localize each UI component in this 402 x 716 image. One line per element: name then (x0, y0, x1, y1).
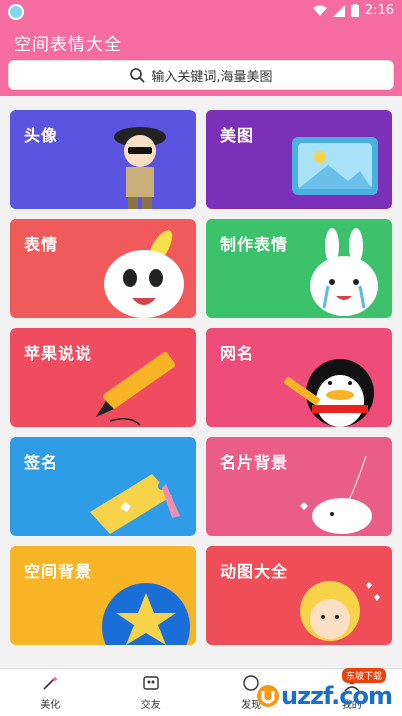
magic-wand-icon (43, 676, 59, 690)
penguin-icon (284, 359, 374, 427)
search-placeholder: 输入关键词,海量美图 (151, 69, 273, 85)
category-make-emoticon[interactable]: 制作表情 (206, 219, 392, 318)
nav-item-friends[interactable]: 交友 (101, 669, 202, 716)
soldier-cartoon-icon (114, 127, 166, 209)
girl-cartoon-icon (300, 581, 380, 641)
category-label: 美图 (220, 126, 255, 145)
category-apple-posts[interactable]: 苹果说说 (10, 328, 196, 427)
app-bar: 空间表情大全 (0, 24, 402, 56)
category-label: 头像 (24, 126, 59, 145)
watermark: uzzf.com 东坡下载 (255, 668, 393, 710)
category-nickname[interactable]: 网名 (206, 328, 392, 427)
nav-item-beautify[interactable]: 美化 (0, 669, 101, 716)
category-beautiful-pics[interactable]: 美图 (206, 110, 392, 209)
photo-icon (292, 137, 378, 195)
wifi-icon (312, 5, 327, 16)
app-title: 空间表情大全 (14, 35, 122, 55)
search-input[interactable]: 输入关键词,海量美图 (8, 60, 394, 90)
status-bar: 2:16 (0, 0, 402, 24)
search-area: 输入关键词,海量美图 (0, 56, 402, 96)
tag-icon (90, 474, 180, 534)
category-label: 空间背景 (24, 562, 93, 581)
category-label: 表情 (24, 235, 59, 254)
watermark-tag: 东坡下载 (341, 668, 386, 683)
signal-icon (332, 4, 345, 17)
qzone-star-icon (102, 583, 190, 645)
category-card-background[interactable]: 名片背景 (206, 437, 392, 536)
category-label: 制作表情 (220, 235, 289, 254)
bunny-cartoon-icon (104, 230, 184, 318)
nav-label: 美化 (40, 700, 61, 711)
category-emoticons[interactable]: 表情 (10, 219, 196, 318)
category-label: 动图大全 (220, 562, 289, 581)
crying-rabbit-icon (310, 228, 378, 316)
category-label: 网名 (220, 344, 255, 363)
category-space-background[interactable]: 空间背景 (10, 546, 196, 645)
status-time: 2:16 (364, 3, 394, 18)
nav-label: 交友 (140, 700, 161, 711)
search-icon (130, 68, 145, 83)
friends-icon (143, 676, 159, 690)
category-signature[interactable]: 签名 (10, 437, 196, 536)
category-label: 签名 (24, 453, 59, 472)
app-notification-icon (8, 4, 24, 20)
category-avatar[interactable]: 头像 (10, 110, 196, 209)
category-animated-gifs[interactable]: 动图大全 (206, 546, 392, 645)
category-label: 名片背景 (220, 453, 289, 472)
balloon-icon (300, 456, 372, 534)
battery-icon (350, 4, 359, 17)
watermark-logo-icon (257, 685, 279, 707)
watermark-text: uzzf.com (281, 682, 393, 710)
pencil-icon (96, 352, 176, 426)
